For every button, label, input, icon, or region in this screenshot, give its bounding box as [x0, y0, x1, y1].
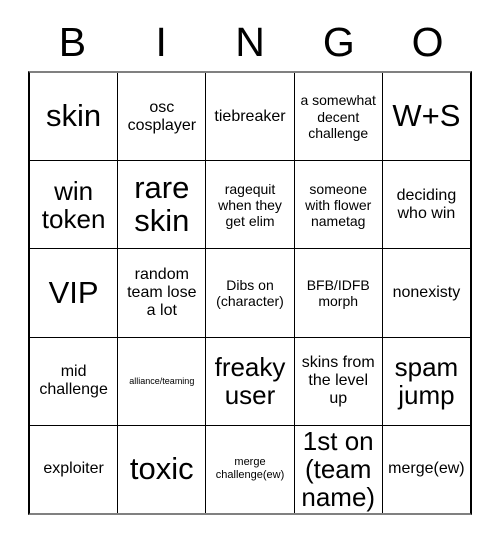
- bingo-cell-b1[interactable]: skin: [30, 73, 119, 161]
- bingo-cell-g4[interactable]: skins from the level up: [295, 337, 383, 425]
- bingo-cell-g1[interactable]: a somewhat decent challenge: [295, 73, 383, 161]
- bingo-cell-g5[interactable]: 1st on (team name): [295, 425, 383, 514]
- bingo-cell-b5[interactable]: exploiter: [30, 425, 119, 514]
- bingo-cell-i3[interactable]: random team lose a lot: [118, 249, 207, 337]
- bingo-header-letter-g: G: [322, 19, 355, 65]
- bingo-cell-b2[interactable]: win token: [30, 161, 119, 249]
- bingo-cell-n3[interactable]: Dibs on (character): [206, 249, 295, 337]
- bingo-cell-i4[interactable]: alliance/teaming: [118, 337, 207, 425]
- bingo-cell-n1[interactable]: tiebreaker: [206, 73, 295, 161]
- bingo-cell-o2[interactable]: deciding who win: [383, 161, 470, 248]
- bingo-cell-g3[interactable]: BFB/IDFB morph: [295, 249, 383, 337]
- bingo-cell-n2[interactable]: ragequit when they get elim: [206, 161, 295, 249]
- bingo-header-row: B I N G O: [28, 14, 472, 71]
- bingo-cell-i2[interactable]: rare skin: [118, 161, 207, 249]
- bingo-cell-o4[interactable]: spam jump: [383, 338, 470, 425]
- bingo-cell-i5[interactable]: toxic: [118, 425, 207, 514]
- bingo-cell-i1[interactable]: osc cosplayer: [118, 73, 207, 161]
- bingo-row-3: VIP random team lose a lot Dibs on (char…: [30, 249, 470, 338]
- bingo-grid: skin osc cosplayer tiebreaker a somewhat…: [28, 71, 472, 515]
- bingo-cell-o5[interactable]: merge(ew): [383, 426, 470, 513]
- bingo-cell-n4[interactable]: freaky user: [206, 337, 295, 425]
- bingo-cell-o3[interactable]: nonexisty: [383, 249, 470, 336]
- bingo-header-letter-b: B: [58, 19, 87, 65]
- bingo-header-letter-n: N: [235, 19, 265, 65]
- bingo-card: B I N G O skin osc cosplayer tiebreaker …: [28, 14, 472, 515]
- bingo-cell-n5[interactable]: merge challenge(ew): [206, 425, 295, 514]
- bingo-row-2: win token rare skin ragequit when they g…: [30, 161, 470, 250]
- bingo-row-4: mid challenge alliance/teaming freaky us…: [30, 337, 470, 426]
- bingo-cell-b4[interactable]: mid challenge: [30, 337, 119, 425]
- bingo-header-letter-i: I: [155, 19, 167, 65]
- bingo-header-letter-o: O: [411, 19, 444, 65]
- bingo-cell-o1[interactable]: W+S: [383, 73, 470, 160]
- bingo-row-5: exploiter toxic merge challenge(ew) 1st …: [30, 425, 470, 514]
- bingo-row-1: skin osc cosplayer tiebreaker a somewhat…: [30, 73, 470, 162]
- bingo-cell-g2[interactable]: someone with flower nametag: [295, 161, 383, 249]
- bingo-cell-b3[interactable]: VIP: [30, 249, 119, 337]
